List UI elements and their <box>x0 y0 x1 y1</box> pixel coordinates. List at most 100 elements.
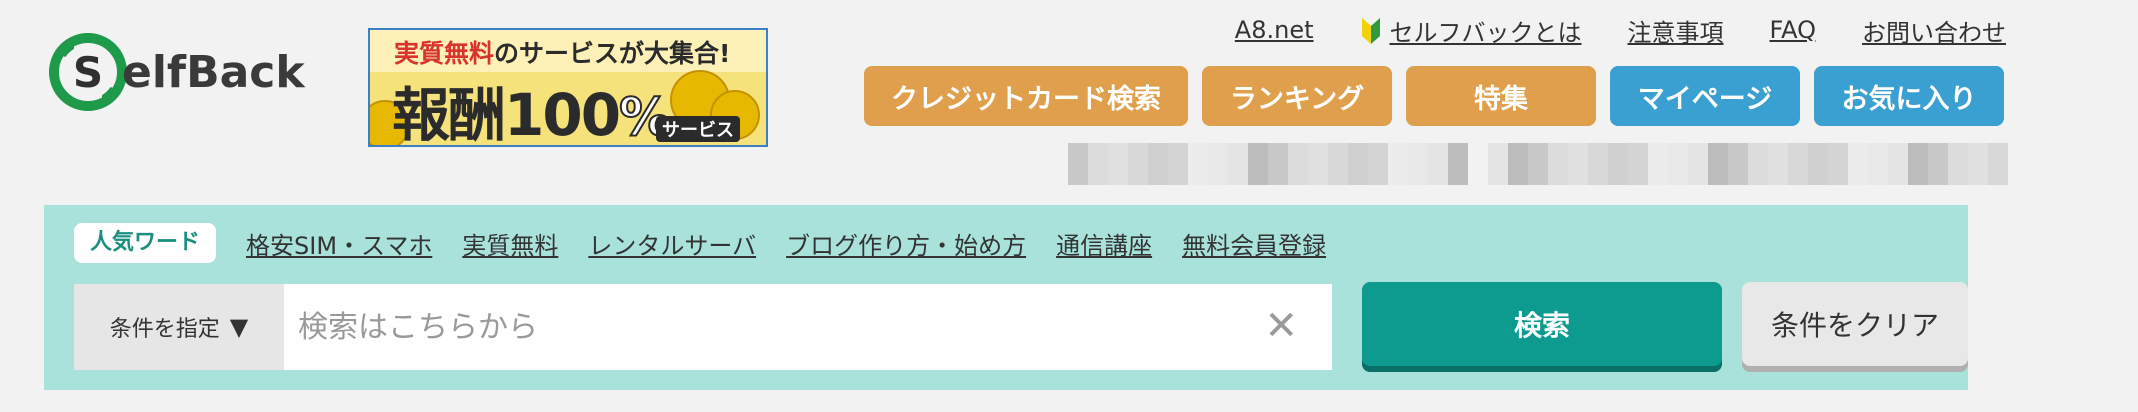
mosaic-block <box>1788 143 1808 185</box>
mosaic-block <box>1528 143 1548 185</box>
link-faq[interactable]: FAQ <box>1770 16 1817 44</box>
campaign-banner[interactable]: 実質無料のサービスが大集合! 報酬100% サービス <box>368 28 768 147</box>
link-a8net-label: A8.net <box>1234 16 1314 44</box>
mosaic-block <box>1628 143 1648 185</box>
mosaic-block <box>1488 143 1508 185</box>
search-row: 条件を指定 ▼ ✕ 検索 条件をクリア <box>74 282 1968 370</box>
link-a8net[interactable]: A8.net <box>1235 16 1314 44</box>
popular-words-badge: 人気ワード <box>74 223 217 263</box>
mosaic-block <box>1228 143 1248 185</box>
mosaic-block <box>1268 143 1288 185</box>
nav-button-label: 特集 <box>1474 83 1528 115</box>
popular-word-link[interactable]: 実質無料 <box>462 226 558 261</box>
blurred-user-info <box>1068 143 1468 185</box>
search-input[interactable] <box>284 284 1244 370</box>
nav-credit-card-search-button[interactable]: クレジットカード検索 <box>864 66 1188 126</box>
mosaic-block <box>1868 143 1888 185</box>
mosaic-block <box>1368 143 1388 185</box>
blurred-user-info <box>1488 143 2008 185</box>
mosaic-block <box>1188 143 1208 185</box>
mosaic-block <box>1968 143 1988 185</box>
mosaic-block <box>1348 143 1368 185</box>
mosaic-block <box>1128 143 1148 185</box>
clear-conditions-button-label: 条件をクリア <box>1770 309 1939 342</box>
popular-word-link[interactable]: 格安SIM・スマホ <box>246 226 432 261</box>
link-notes[interactable]: 注意事項 <box>1628 13 1724 48</box>
popular-word-link[interactable]: レンタルサーバ <box>588 226 756 261</box>
mosaic-block <box>1388 143 1408 185</box>
mosaic-block <box>1848 143 1868 185</box>
mosaic-block <box>1568 143 1588 185</box>
link-contact[interactable]: お問い合わせ <box>1862 13 2006 48</box>
mosaic-block <box>1548 143 1568 185</box>
nav-feature-button[interactable]: 特集 <box>1406 66 1596 126</box>
mosaic-block <box>1448 143 1468 185</box>
condition-dropdown[interactable]: 条件を指定 ▼ <box>74 284 284 370</box>
banner-sub-label: サービス <box>656 116 740 142</box>
search-input-wrapper: ✕ <box>284 284 1332 370</box>
banner-headline: 実質無料のサービスが大集合! <box>394 34 730 70</box>
mosaic-block <box>1828 143 1848 185</box>
mosaic-block <box>1928 143 1948 185</box>
nav-button-label: ランキング <box>1229 83 1365 115</box>
search-button-label: 検索 <box>1513 309 1570 342</box>
mosaic-block <box>1888 143 1908 185</box>
nav-mypage-button[interactable]: マイページ <box>1610 66 1800 126</box>
logo-mark-icon: S <box>49 33 127 111</box>
link-notes-label: 注意事項 <box>1627 18 1724 47</box>
mosaic-block <box>1728 143 1748 185</box>
nav-button-label: お気に入り <box>1841 83 1977 115</box>
selfback-logo[interactable]: S elfBack <box>48 30 338 114</box>
svg-text:S: S <box>73 48 103 97</box>
mosaic-block <box>1408 143 1428 185</box>
condition-dropdown-label: 条件を指定 <box>109 317 220 342</box>
mosaic-block <box>1288 143 1308 185</box>
mosaic-block <box>1308 143 1328 185</box>
mosaic-block <box>1648 143 1668 185</box>
mosaic-block <box>1328 143 1348 185</box>
wakaba-leaf-icon <box>1361 18 1380 44</box>
mosaic-block <box>1688 143 1708 185</box>
mosaic-block <box>1208 143 1228 185</box>
mosaic-block <box>1708 143 1728 185</box>
mosaic-block <box>1588 143 1608 185</box>
banner-headline-red: 実質無料 <box>394 39 495 68</box>
banner-headline-black: のサービスが大集合! <box>494 39 731 68</box>
triangle-down-icon: ▼ <box>229 313 249 341</box>
banner-reward-text: 報酬100 <box>392 81 621 147</box>
search-button[interactable]: 検索 <box>1362 282 1722 366</box>
mosaic-block <box>1088 143 1108 185</box>
mosaic-block <box>1808 143 1828 185</box>
nav-ranking-button[interactable]: ランキング <box>1202 66 1392 126</box>
mosaic-block <box>1428 143 1448 185</box>
mosaic-block <box>1148 143 1168 185</box>
mosaic-block <box>1768 143 1788 185</box>
mosaic-block <box>1948 143 1968 185</box>
popular-word-link[interactable]: 通信講座 <box>1056 226 1152 261</box>
link-faq-label: FAQ <box>1769 16 1817 44</box>
link-about-selfback[interactable]: セルフバックとは <box>1360 13 1582 48</box>
close-icon[interactable]: ✕ <box>1264 306 1298 346</box>
popular-words-list: 格安SIM・スマホ 実質無料 レンタルサーバ ブログ作り方・始め方 通信講座 無… <box>246 226 1326 261</box>
nav-button-label: マイページ <box>1637 83 1773 115</box>
popular-words: 人気ワード 格安SIM・スマホ 実質無料 レンタルサーバ ブログ作り方・始め方 … <box>74 223 1326 263</box>
top-links: A8.net セルフバックとは 注意事項 FAQ お問い合わせ <box>1235 8 2006 52</box>
clear-conditions-button[interactable]: 条件をクリア <box>1742 282 1968 366</box>
popular-word-link[interactable]: 無料会員登録 <box>1182 226 1326 261</box>
link-about-selfback-label: セルフバックとは <box>1389 18 1582 47</box>
mosaic-block <box>1068 143 1088 185</box>
mosaic-block <box>1608 143 1628 185</box>
link-contact-label: お問い合わせ <box>1862 18 2006 47</box>
mosaic-block <box>1248 143 1268 185</box>
mosaic-block <box>1108 143 1128 185</box>
mosaic-block <box>1748 143 1768 185</box>
main-nav: クレジットカード検索 ランキング 特集 マイページ お気に入り <box>864 66 2004 126</box>
mosaic-block <box>1508 143 1528 185</box>
mosaic-block <box>1168 143 1188 185</box>
nav-favorites-button[interactable]: お気に入り <box>1814 66 2004 126</box>
nav-button-label: クレジットカード検索 <box>891 83 1161 115</box>
popular-word-link[interactable]: ブログ作り方・始め方 <box>786 226 1026 261</box>
mosaic-block <box>1908 143 1928 185</box>
search-panel: 人気ワード 格安SIM・スマホ 実質無料 レンタルサーバ ブログ作り方・始め方 … <box>44 205 1968 390</box>
mosaic-block <box>1988 143 2008 185</box>
